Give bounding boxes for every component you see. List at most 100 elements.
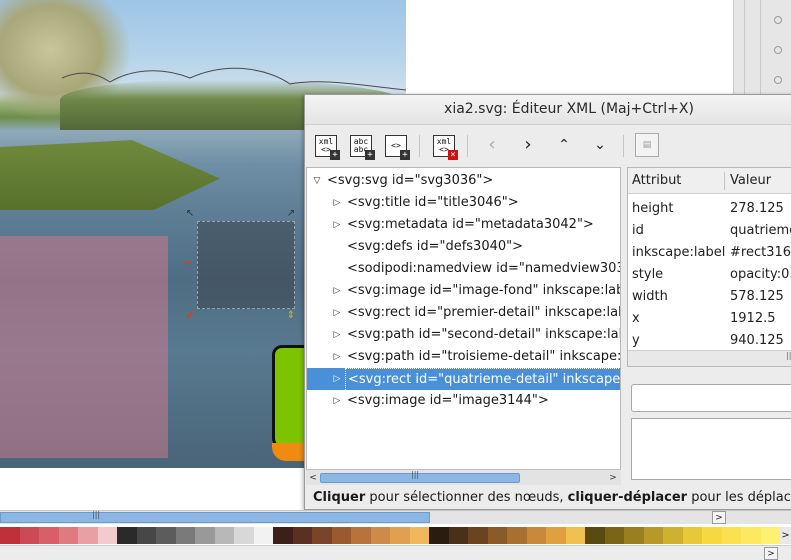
color-swatch[interactable]: [468, 527, 488, 544]
scroll-left-icon[interactable]: <: [306, 470, 320, 486]
chevron-up-icon[interactable]: ⌃: [553, 134, 575, 156]
color-swatch[interactable]: [175, 527, 195, 544]
scroll-right-icon[interactable]: >: [606, 470, 620, 486]
tree-node[interactable]: ▷ <svg:image id="image-fond" inkscape:la…: [307, 280, 620, 302]
color-swatch[interactable]: [331, 527, 351, 544]
tree-node[interactable]: ▷ <svg:title id="title3046">: [307, 192, 620, 214]
attribute-row[interactable]: id quatrieme: [628, 220, 791, 242]
new-element-node-button[interactable]: xml <> +: [313, 133, 340, 160]
attribute-name-input[interactable]: [631, 384, 791, 412]
attribute-row[interactable]: inkscape:label #rect316: [628, 242, 791, 264]
color-swatch[interactable]: [312, 527, 332, 544]
column-header-value[interactable]: Valeur: [730, 168, 771, 194]
color-swatch[interactable]: [487, 527, 507, 544]
attribute-list[interactable]: Attribut Valeur height 278.125 id quatri…: [627, 167, 791, 367]
color-swatch[interactable]: [565, 527, 585, 544]
color-swatch[interactable]: [78, 527, 98, 544]
color-swatch[interactable]: [136, 527, 156, 544]
column-header-attribute[interactable]: Attribut: [632, 168, 681, 194]
snap-icon[interactable]: [774, 46, 782, 54]
color-swatch[interactable]: [390, 527, 410, 544]
color-swatch[interactable]: [682, 527, 702, 544]
triangle-right-icon[interactable]: ▷: [331, 280, 343, 302]
color-swatch[interactable]: [97, 527, 117, 544]
duplicate-node-button[interactable]: <> +: [383, 133, 410, 160]
triangle-right-icon[interactable]: ▷: [331, 192, 343, 214]
color-swatch[interactable]: [448, 527, 468, 544]
chevron-left-icon[interactable]: ‹: [481, 134, 503, 156]
color-swatch[interactable]: [273, 527, 293, 544]
color-swatch[interactable]: [624, 527, 644, 544]
color-swatch[interactable]: [721, 527, 741, 544]
scrollbar-thumb[interactable]: [320, 473, 520, 483]
scale-handle-icon[interactable]: ⇔: [183, 259, 193, 269]
color-swatch[interactable]: [741, 527, 761, 544]
color-swatch[interactable]: [214, 527, 234, 544]
attribute-row[interactable]: width 578.125: [628, 286, 791, 308]
triangle-right-icon[interactable]: ▷: [331, 302, 343, 324]
color-swatch[interactable]: [526, 527, 546, 544]
canvas-horizontal-scrollbar[interactable]: ||| >: [0, 510, 791, 524]
xml-node-tree[interactable]: ▽ <svg:svg id="svg3036"> ▷ <svg:title id…: [306, 167, 621, 485]
triangle-down-icon[interactable]: ▽: [311, 170, 323, 192]
color-swatch[interactable]: [39, 527, 59, 544]
first-detail-overlay[interactable]: [0, 236, 168, 458]
attribute-scrollbar[interactable]: ||||||: [628, 350, 791, 366]
scroll-right-icon[interactable]: >: [712, 511, 726, 524]
color-swatch[interactable]: [409, 527, 429, 544]
triangle-right-icon[interactable]: ▷: [331, 346, 343, 368]
color-swatch[interactable]: [0, 527, 20, 544]
triangle-right-icon[interactable]: ▷: [331, 324, 343, 346]
scroll-right-icon[interactable]: >: [764, 547, 778, 560]
dialog-titlebar[interactable]: xia2.svg: Éditeur XML (Maj+Ctrl+X): [305, 95, 791, 125]
color-swatch[interactable]: [585, 527, 605, 544]
tree-node[interactable]: ▽ <svg:svg id="svg3036">: [307, 170, 620, 192]
tree-node[interactable]: ▷ <svg:path id="second-detail" inkscape:…: [307, 324, 620, 346]
color-swatch[interactable]: [702, 527, 722, 544]
tree-node[interactable]: ▷ <svg:rect id="premier-detail" inkscape…: [307, 302, 620, 324]
color-swatch[interactable]: [507, 527, 527, 544]
color-swatch[interactable]: [195, 527, 215, 544]
color-swatch[interactable]: [156, 527, 176, 544]
delete-node-button[interactable]: xml <> ×: [431, 133, 458, 160]
palette-scroll-right-icon[interactable]: >: [780, 527, 791, 544]
color-swatch[interactable]: [234, 527, 254, 544]
chevron-down-icon[interactable]: ⌄: [589, 134, 611, 156]
color-swatch[interactable]: [604, 527, 624, 544]
attribute-row[interactable]: y 940.125: [628, 330, 791, 352]
tree-node[interactable]: ▷ <svg:image id="image3144">: [307, 390, 620, 412]
attribute-row[interactable]: style opacity:0.: [628, 264, 791, 286]
attribute-row[interactable]: height 278.125: [628, 198, 791, 220]
color-swatch[interactable]: [663, 527, 683, 544]
color-swatch[interactable]: [253, 527, 273, 544]
tree-node[interactable]: ▷ <svg:path id="troisieme-detail" inksca…: [307, 346, 620, 368]
color-swatch[interactable]: [546, 527, 566, 544]
color-swatch[interactable]: [760, 527, 780, 544]
color-swatch[interactable]: [429, 527, 449, 544]
tree-horizontal-scrollbar[interactable]: < ||| >: [306, 469, 621, 485]
selected-rect-overlay[interactable]: [197, 221, 295, 309]
attribute-row[interactable]: x 1912.5: [628, 308, 791, 330]
tree-node[interactable]: <sodipodi:namedview id="namedview3038: [307, 258, 620, 280]
triangle-right-icon[interactable]: ▷: [331, 214, 343, 236]
scale-handle-icon[interactable]: ⬋: [185, 311, 195, 321]
color-swatch[interactable]: [370, 527, 390, 544]
indent-node-button[interactable]: ▤: [635, 133, 659, 157]
color-swatch[interactable]: [58, 527, 78, 544]
attribute-value-input[interactable]: [631, 418, 791, 480]
color-swatch[interactable]: [292, 527, 312, 544]
triangle-right-icon[interactable]: ▷: [331, 390, 343, 412]
scrollbar-thumb[interactable]: [0, 512, 430, 523]
snap-icon[interactable]: [774, 16, 782, 24]
rotate-handle-icon[interactable]: ↗: [286, 209, 296, 219]
tree-node[interactable]: <svg:defs id="defs3040">: [307, 236, 620, 258]
tree-node[interactable]: ▷ <svg:metadata id="metadata3042">: [307, 214, 620, 236]
color-swatch[interactable]: [117, 527, 137, 544]
color-palette[interactable]: [0, 527, 780, 544]
rotate-handle-icon[interactable]: ↖: [185, 209, 195, 219]
chevron-right-icon[interactable]: ›: [517, 134, 539, 156]
color-swatch[interactable]: [643, 527, 663, 544]
snap-icon[interactable]: [774, 76, 782, 84]
triangle-right-icon[interactable]: ▷: [331, 368, 343, 390]
tree-node-selected[interactable]: ▷ <svg:rect id="quatrieme-detail" inksca…: [307, 368, 620, 390]
